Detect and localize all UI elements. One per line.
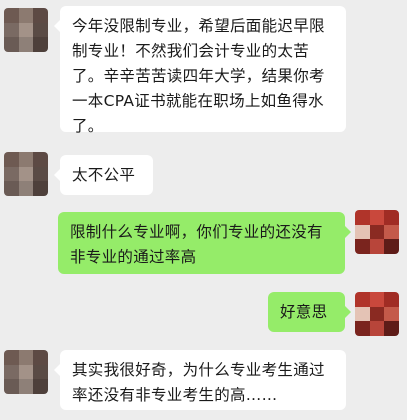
avatar-mosaic-tile: [369, 292, 385, 307]
avatar-mosaic-tile: [384, 210, 399, 225]
avatar-mosaic-tile: [33, 22, 48, 38]
message-bubble-outgoing[interactable]: 限制什么专业啊，你们专业的还没有非专业的通过率高: [58, 212, 351, 274]
avatar-mosaic-tile: [18, 181, 34, 196]
avatar-mosaic-tile: [355, 239, 370, 254]
avatar-mosaic-tile: [33, 37, 48, 52]
avatar-mosaic-tile: [384, 239, 399, 254]
avatar-mosaic-tile: [4, 22, 19, 38]
avatar-contact[interactable]: [4, 8, 48, 52]
message-bubble-incoming[interactable]: 今年没限制专业，希望后面能迟早限制专业！不然我们会计专业的太苦了。辛辛苦苦读四年…: [54, 6, 346, 135]
avatar-mosaic-tile: [355, 210, 370, 225]
message-text: 好意思: [280, 303, 328, 321]
avatar-mosaic-tile: [384, 306, 399, 322]
avatar-mosaic-tile: [18, 379, 34, 394]
avatar-mosaic-tile: [4, 8, 19, 23]
avatar-mosaic-tile: [369, 224, 385, 240]
message-text: 其实我很好奇，为什么专业考生通过率还没有非专业考生的高……: [72, 361, 325, 404]
avatar-mosaic-tile: [18, 350, 34, 365]
avatar-mosaic-tile: [384, 321, 399, 336]
message-bubble-incoming[interactable]: 其实我很好奇，为什么专业考生通过率还没有非专业考生的高……: [54, 350, 346, 410]
avatar-mosaic-tile: [33, 152, 48, 167]
message-text: 限制什么专业啊，你们专业的还没有非专业的通过率高: [70, 223, 323, 266]
avatar-mosaic-tile: [18, 37, 34, 52]
avatar-mosaic-tile: [33, 350, 48, 365]
avatar-mosaic-tile: [384, 292, 399, 307]
avatar-mosaic-tile: [384, 224, 399, 240]
avatar-mosaic-tile: [4, 181, 19, 196]
avatar-mosaic-tile: [33, 8, 48, 23]
avatar-mosaic-tile: [4, 350, 19, 365]
avatar-mosaic-tile: [369, 210, 385, 225]
avatar-mosaic-tile: [33, 379, 48, 394]
avatar-mosaic-tile: [4, 152, 19, 167]
avatar-mosaic-tile: [33, 166, 48, 182]
avatar-mosaic-tile: [18, 364, 34, 380]
avatar-mosaic-tile: [355, 306, 370, 322]
avatar-self[interactable]: [355, 210, 399, 254]
avatar-mosaic-tile: [355, 292, 370, 307]
avatar-mosaic-tile: [355, 224, 370, 240]
avatar-mosaic-tile: [18, 22, 34, 38]
message-text: 太不公平: [72, 166, 136, 184]
avatar-mosaic-tile: [4, 37, 19, 52]
avatar-mosaic-tile: [369, 321, 385, 336]
avatar-contact[interactable]: [4, 350, 48, 394]
avatar-mosaic-tile: [18, 8, 34, 23]
avatar-mosaic-tile: [4, 166, 19, 182]
avatar-mosaic-tile: [369, 239, 385, 254]
avatar-mosaic-tile: [355, 321, 370, 336]
message-text: 今年没限制专业，希望后面能迟早限制专业！不然我们会计专业的太苦了。辛辛苦苦读四年…: [72, 17, 325, 135]
avatar-self[interactable]: [355, 292, 399, 336]
message-bubble-outgoing[interactable]: 好意思: [268, 292, 351, 332]
avatar-contact[interactable]: [4, 152, 48, 196]
avatar-mosaic-tile: [4, 364, 19, 380]
avatar-mosaic-tile: [33, 364, 48, 380]
avatar-mosaic-tile: [18, 166, 34, 182]
avatar-mosaic-tile: [33, 181, 48, 196]
avatar-mosaic-tile: [369, 306, 385, 322]
avatar-mosaic-tile: [18, 152, 34, 167]
avatar-mosaic-tile: [4, 379, 19, 394]
message-bubble-incoming[interactable]: 太不公平: [54, 155, 153, 195]
